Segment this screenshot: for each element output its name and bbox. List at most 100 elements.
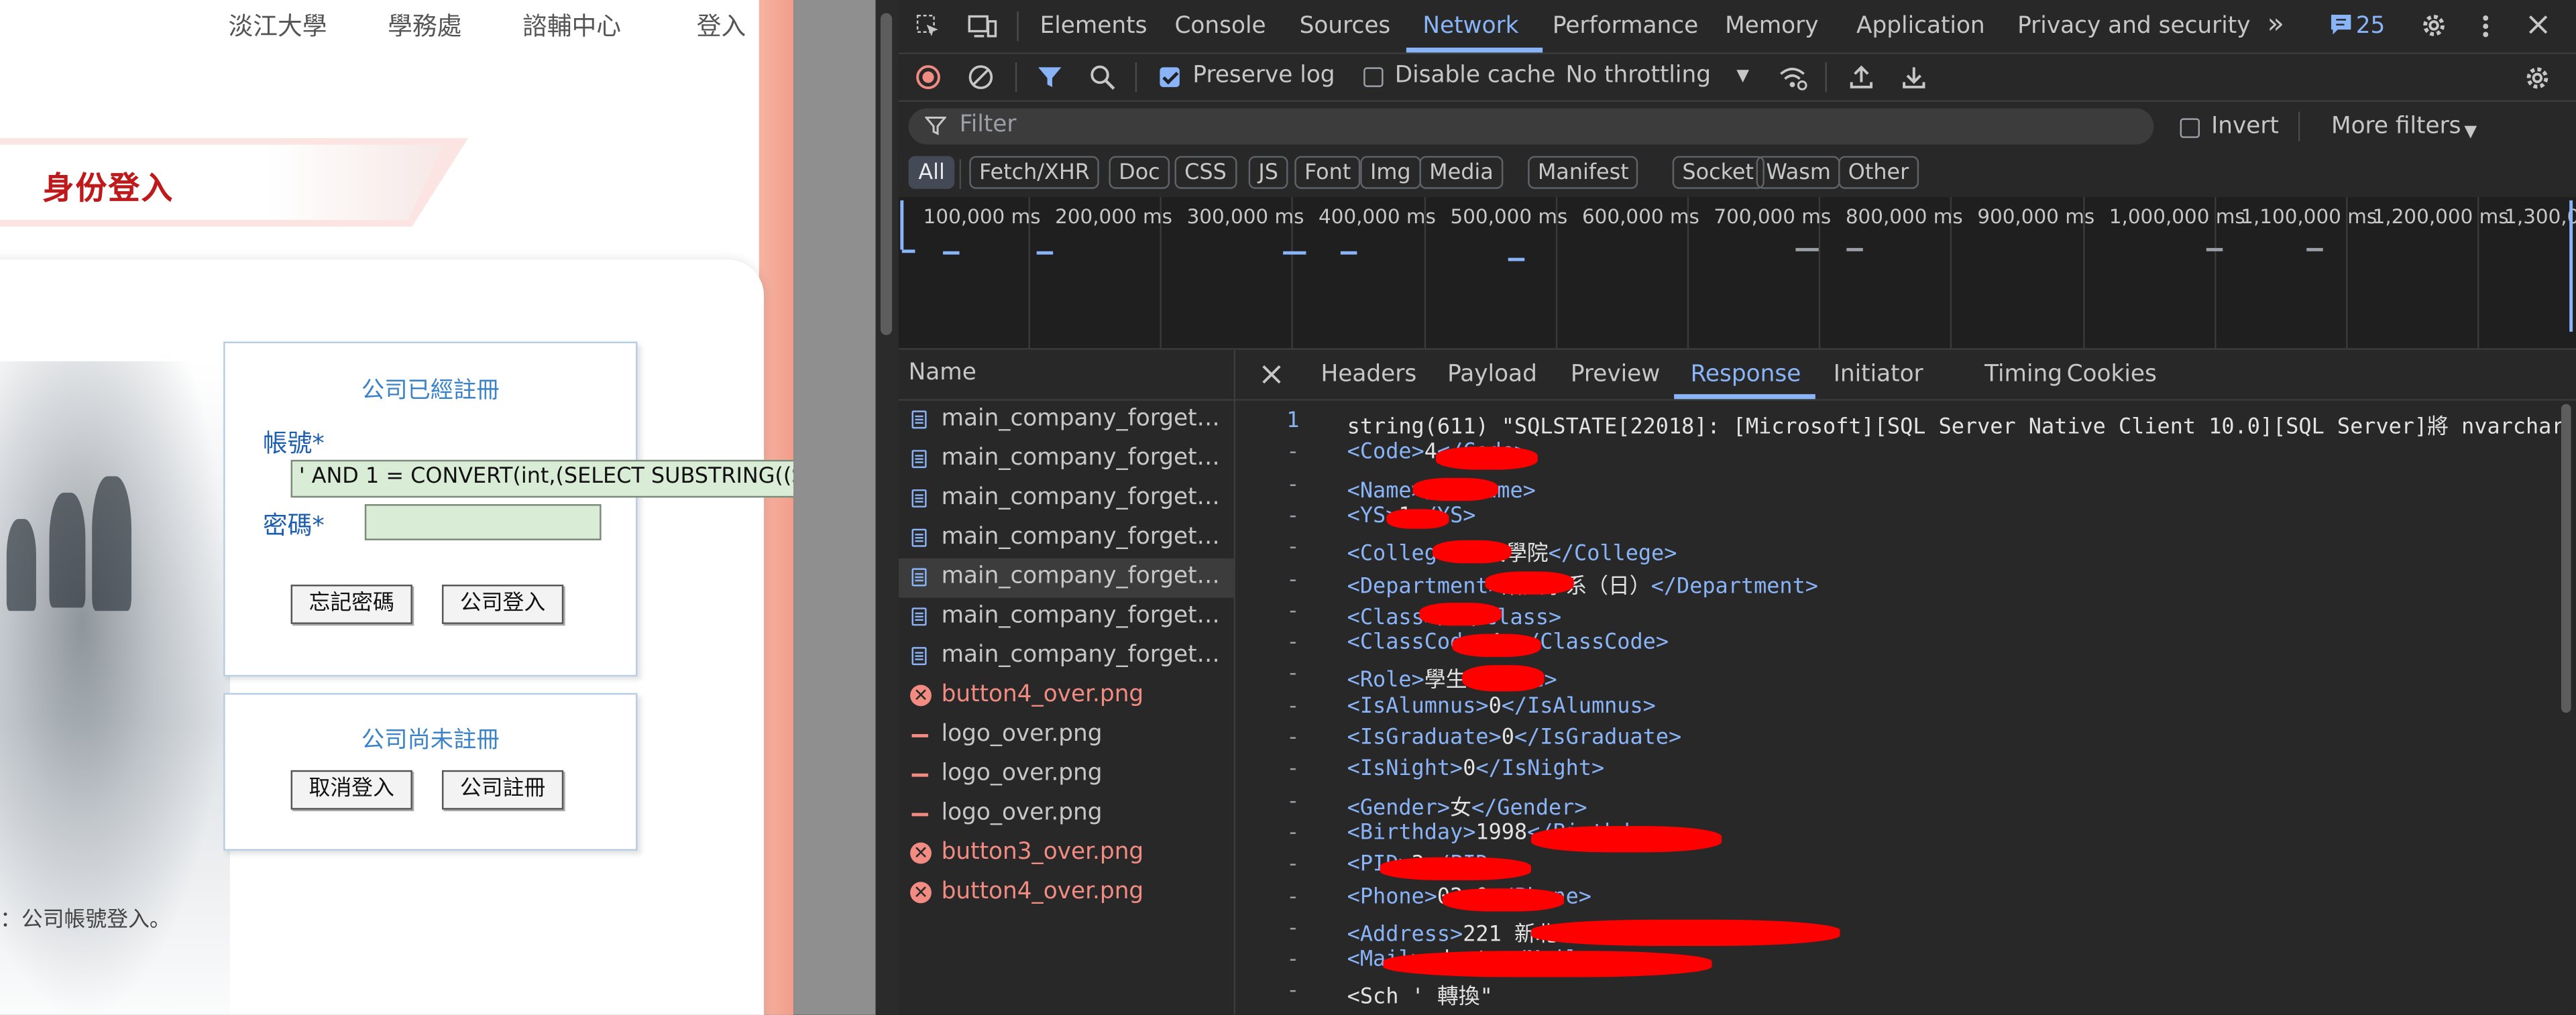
tab-performance[interactable]: Performance: [1553, 13, 1698, 40]
type-filter-js[interactable]: JS: [1248, 156, 1288, 189]
preserve-log-label[interactable]: Preserve log: [1192, 62, 1335, 88]
response-scrollbar[interactable]: [2561, 404, 2571, 713]
more-options-icon[interactable]: [2481, 13, 2491, 45]
import-har-icon[interactable]: [1848, 64, 1874, 96]
tab-console[interactable]: Console: [1174, 13, 1266, 40]
type-filter-other[interactable]: Other: [1838, 156, 1919, 189]
detail-tab-payload[interactable]: Payload: [1447, 361, 1537, 387]
more-filters-chevron-down-icon[interactable]: ▼: [2464, 120, 2477, 146]
throttling-chevron-down-icon[interactable]: ▼: [1736, 64, 1749, 91]
type-filter-fetch-xhr[interactable]: Fetch/XHR: [969, 156, 1100, 189]
tab-privacy-security[interactable]: Privacy and security: [2017, 13, 2250, 40]
timeline-left-handle[interactable]: [900, 200, 904, 250]
devtools-splitter[interactable]: [875, 0, 899, 1015]
timeline-request-mark: [1846, 247, 1863, 251]
request-row[interactable]: main_company_forget_o...: [899, 440, 1234, 479]
detail-tab-preview[interactable]: Preview: [1571, 361, 1661, 387]
export-har-icon[interactable]: [1901, 64, 1927, 96]
more-tabs-icon[interactable]: »: [2267, 8, 2284, 41]
request-row[interactable]: ✕ button4_over.png: [899, 874, 1234, 913]
search-icon[interactable]: [1089, 64, 1115, 96]
network-conditions-icon[interactable]: [1777, 64, 1807, 96]
type-filter-all[interactable]: All: [908, 156, 955, 189]
detail-tab-headers[interactable]: Headers: [1321, 361, 1416, 387]
filter-input[interactable]: Filter: [908, 108, 2154, 145]
response-line: - <Department>語文學系（日）</Department>: [1235, 567, 2576, 599]
request-row[interactable]: logo_over.png: [899, 716, 1234, 756]
throttling-select[interactable]: No throttling: [1565, 62, 1711, 88]
invert-checkbox[interactable]: [2180, 118, 2200, 138]
nav-link-student-affairs[interactable]: 學務處: [388, 8, 461, 42]
filter-bar: Filter Invert More filters ▼: [899, 102, 2576, 151]
close-devtools-icon[interactable]: [2526, 13, 2549, 42]
name-column-header[interactable]: Name: [909, 359, 976, 385]
inspect-element-icon[interactable]: [915, 13, 941, 45]
issues-count[interactable]: 25: [2356, 13, 2386, 40]
detail-tab-cookies[interactable]: Cookies: [2067, 361, 2157, 387]
detail-tab-initiator[interactable]: Initiator: [1834, 361, 1923, 387]
redaction-mark: [1435, 446, 1538, 470]
type-filter-css[interactable]: CSS: [1174, 156, 1237, 189]
device-toolbar-icon[interactable]: [968, 13, 997, 45]
disable-cache-checkbox[interactable]: [1363, 67, 1384, 87]
tab-network[interactable]: Network: [1422, 13, 1518, 40]
nav-link-tku[interactable]: 淡江大學: [228, 8, 327, 42]
account-field[interactable]: ' AND 1 = CONVERT(int,(SELECT SUBSTRING(…: [290, 459, 794, 498]
detail-tab-timing[interactable]: Timing: [1984, 361, 2062, 387]
type-filter-media[interactable]: Media: [1419, 156, 1504, 189]
close-detail-icon[interactable]: [1262, 363, 1281, 389]
request-row[interactable]: ✕ button4_over.png: [899, 676, 1234, 716]
request-row[interactable]: logo_over.png: [899, 756, 1234, 795]
timeline-request-mark: [1283, 251, 1306, 255]
network-settings-gear-icon[interactable]: [2524, 64, 2552, 97]
detail-tab-response[interactable]: Response: [1691, 361, 1801, 387]
request-row[interactable]: main_company_forget_o...: [899, 401, 1234, 440]
request-row[interactable]: ✕ button3_over.png: [899, 834, 1234, 874]
nav-link-counseling[interactable]: 諮輔中心: [522, 8, 621, 42]
tab-memory[interactable]: Memory: [1725, 13, 1818, 40]
record-stop-icon[interactable]: [915, 64, 941, 96]
error-icon: ✕: [910, 842, 932, 864]
request-row[interactable]: main_company_forget_o...: [899, 479, 1234, 519]
preserve-log-checkbox[interactable]: [1160, 67, 1180, 87]
request-name: button4_over.png: [941, 681, 1144, 708]
line-number: -: [1286, 884, 1300, 909]
response-body[interactable]: 1 string(611) "SQLSTATE[22018]: [Microsof…: [1235, 400, 2576, 1015]
type-filter-socket[interactable]: Socket: [1672, 156, 1764, 189]
type-filter-doc[interactable]: Doc: [1109, 156, 1170, 189]
filter-funnel-icon[interactable]: [1037, 64, 1063, 96]
request-row[interactable]: logo_over.png: [899, 795, 1234, 835]
response-line: -<Birthday>1998</Birthday>: [1235, 821, 2576, 853]
network-overview-timeline[interactable]: 100,000 ms 200,000 ms 300,000 ms 400,000 ms…: [898, 196, 2576, 350]
request-row[interactable]: main_company_forget_o...: [898, 558, 1234, 598]
forgot-password-button[interactable]: 忘記密碼: [290, 585, 412, 624]
request-row[interactable]: main_company_forget_o...: [899, 598, 1234, 638]
request-name: main_company_forget_o...: [941, 603, 1229, 630]
request-row[interactable]: main_company_forget_o...: [899, 519, 1234, 558]
redaction-mark: [1433, 540, 1512, 564]
cancel-login-button[interactable]: 取消登入: [290, 770, 412, 810]
company-login-button[interactable]: 公司登入: [441, 585, 564, 624]
settings-gear-icon[interactable]: [2420, 11, 2448, 44]
splitter-scroll-thumb[interactable]: [880, 13, 893, 335]
disable-cache-label[interactable]: Disable cache: [1395, 62, 1556, 88]
nav-link-login[interactable]: 登入: [697, 8, 746, 42]
type-filter-manifest[interactable]: Manifest: [1528, 156, 1639, 189]
type-filter-img[interactable]: Img: [1360, 156, 1421, 189]
request-row[interactable]: main_company_forget_o...: [899, 637, 1234, 676]
response-line: -<Address>221 新北市汐止區</Address>: [1235, 916, 2576, 947]
image-icon: [911, 773, 929, 777]
type-filter-font[interactable]: Font: [1294, 156, 1361, 189]
timeline-right-handle[interactable]: [2569, 200, 2573, 332]
clear-icon[interactable]: [968, 64, 994, 96]
invert-label[interactable]: Invert: [2211, 113, 2279, 139]
more-filters-button[interactable]: More filters: [2331, 113, 2461, 139]
tab-application[interactable]: Application: [1856, 13, 1985, 40]
line-number: -: [1286, 947, 1300, 973]
tab-sources[interactable]: Sources: [1300, 13, 1391, 40]
password-field[interactable]: [364, 504, 602, 540]
issues-icon[interactable]: [2330, 13, 2353, 42]
tab-elements[interactable]: Elements: [1040, 13, 1147, 40]
company-register-button[interactable]: 公司註冊: [441, 770, 564, 810]
type-filter-wasm[interactable]: Wasm: [1756, 156, 1841, 189]
